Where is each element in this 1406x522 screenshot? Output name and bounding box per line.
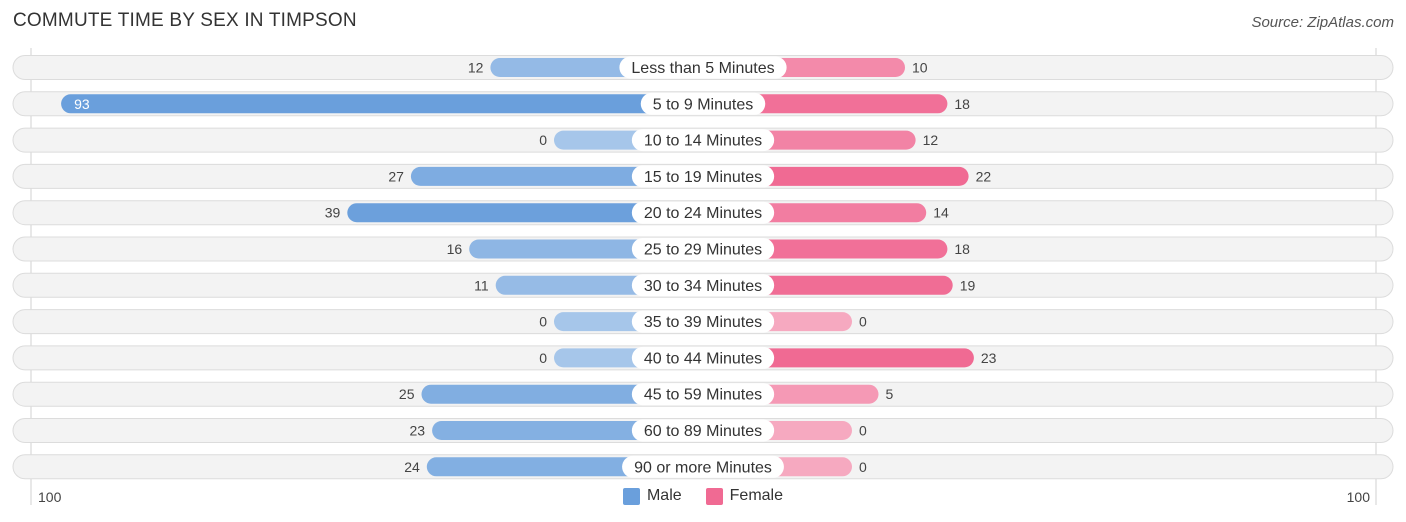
value-label-female: 14 — [933, 205, 949, 221]
legend-swatch-male — [622, 487, 640, 505]
legend-item-female: Female — [705, 487, 784, 505]
value-label-male: 27 — [388, 168, 404, 184]
value-label-female: 0 — [859, 423, 867, 439]
value-label-male: 11 — [474, 277, 489, 293]
legend-swatch-female — [705, 487, 723, 505]
value-label-female: 5 — [886, 386, 894, 402]
category-label: 45 to 59 Minutes — [644, 387, 762, 404]
value-label-female: 23 — [981, 350, 997, 366]
category-label: 15 to 19 Minutes — [644, 169, 762, 186]
chart-canvas: Less than 5 Minutes 12 10 5 to 9 Minutes 93 1… — [12, 48, 1394, 505]
category-label: Less than 5 Minutes — [631, 60, 774, 77]
value-label-male: 0 — [539, 350, 547, 366]
category-label: 40 to 44 Minutes — [644, 350, 762, 367]
legend-item-male: Male — [622, 487, 682, 505]
value-label-male: 25 — [399, 386, 415, 402]
category-label: 35 to 39 Minutes — [644, 314, 762, 331]
value-label-female: 18 — [954, 96, 970, 112]
value-label-male: 0 — [539, 132, 547, 148]
value-label-female: 22 — [976, 168, 992, 184]
value-label-female: 0 — [859, 314, 867, 330]
category-label: 20 to 24 Minutes — [644, 205, 762, 222]
category-label: 90 or more Minutes — [634, 459, 772, 476]
category-label: 60 to 89 Minutes — [644, 423, 762, 440]
category-label: 10 to 14 Minutes — [644, 133, 762, 150]
value-label-male: 93 — [74, 96, 90, 112]
legend: Male Female — [0, 487, 1406, 505]
value-label-female: 0 — [859, 459, 867, 475]
value-label-male: 12 — [468, 60, 484, 76]
value-label-female: 10 — [912, 60, 928, 76]
value-label-female: 19 — [960, 277, 976, 293]
category-label: 5 to 9 Minutes — [653, 96, 754, 113]
legend-label-female: Female — [729, 487, 784, 504]
category-label: 30 to 34 Minutes — [644, 278, 762, 295]
value-label-male: 24 — [404, 459, 420, 475]
value-label-male: 23 — [410, 423, 426, 439]
legend-label-male: Male — [646, 487, 682, 504]
value-label-male: 39 — [325, 205, 341, 221]
value-label-male: 0 — [539, 314, 547, 330]
value-label-female: 12 — [923, 132, 939, 148]
bar-male — [61, 94, 704, 114]
category-label: 25 to 29 Minutes — [644, 242, 762, 259]
value-label-male: 16 — [447, 241, 463, 257]
value-label-female: 18 — [954, 241, 970, 257]
